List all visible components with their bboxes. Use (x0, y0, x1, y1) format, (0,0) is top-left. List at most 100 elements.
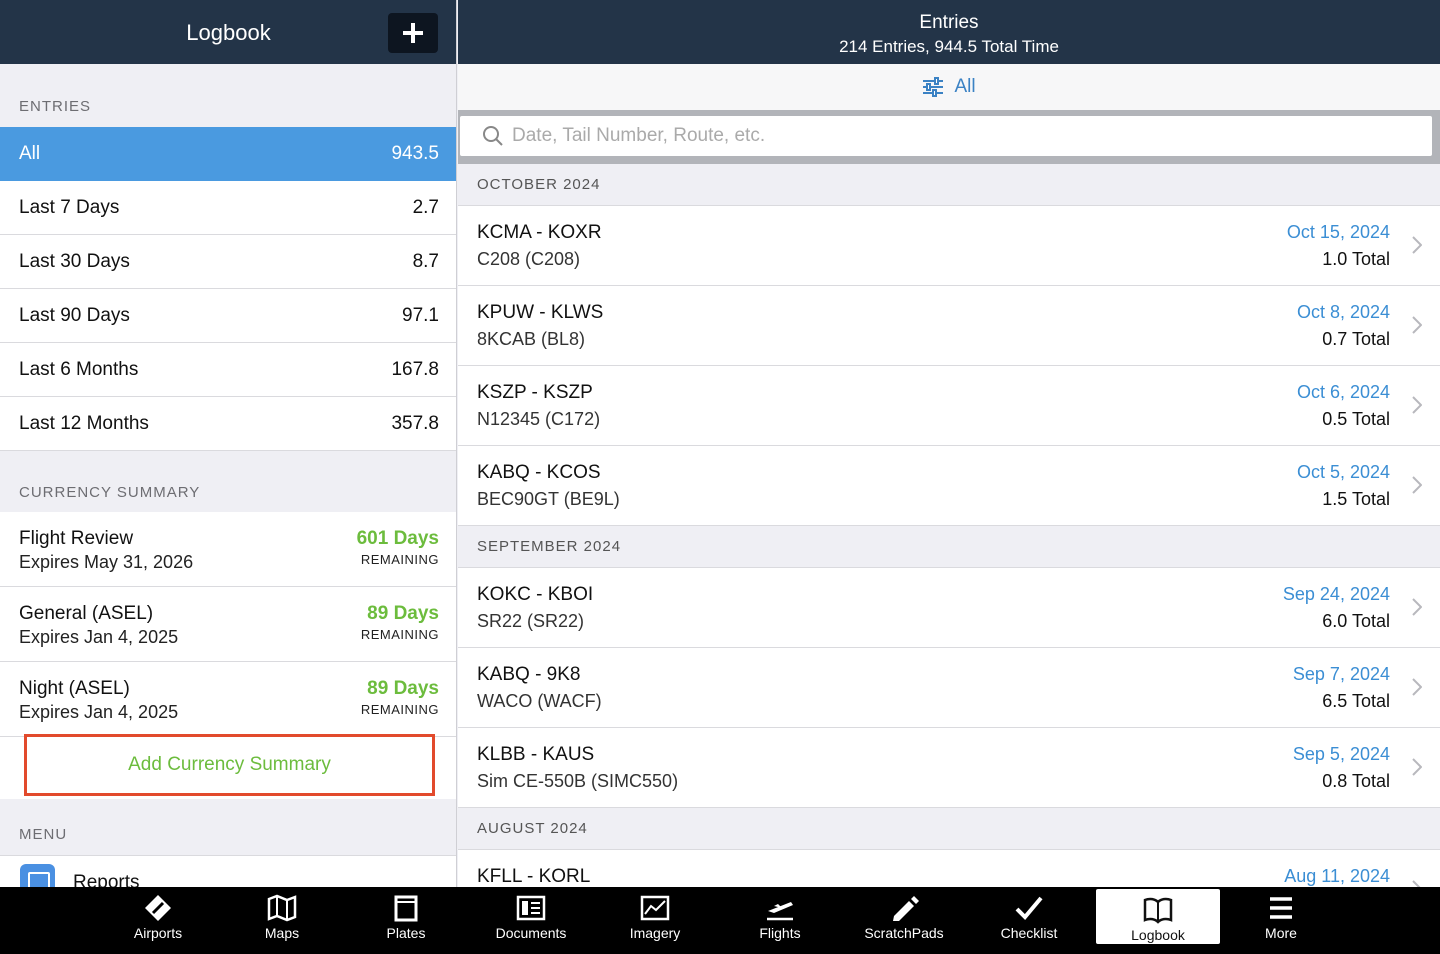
tab-documents[interactable]: Documents (469, 887, 593, 954)
chevron-right-icon (1412, 476, 1422, 494)
entry-total-label: Total (1351, 771, 1390, 791)
tab-maps[interactable]: Maps (220, 887, 344, 954)
entries-section-label: ENTRIES (19, 98, 92, 115)
entries-filter-last-90-days[interactable]: Last 90 Days 97.1 (0, 289, 456, 343)
entries-filter-last-30-days[interactable]: Last 30 Days 8.7 (0, 235, 456, 289)
tab-flights[interactable]: Flights (718, 887, 842, 954)
entries-filter-last-7-days[interactable]: Last 7 Days 2.7 (0, 181, 456, 235)
filter-label: Last 30 Days (19, 251, 130, 272)
currency-section-label: CURRENCY SUMMARY (19, 484, 201, 501)
tab-label: Maps (264, 925, 300, 941)
entry-aircraft: BEC90GT (BE9L) (477, 489, 620, 509)
entry-aircraft: N12345 (C172) (477, 409, 601, 429)
airports-icon (145, 895, 171, 921)
chevron-right-icon (1412, 598, 1422, 616)
entry-row[interactable]: KSZP - KSZP N12345 (C172) Oct 6, 2024 0.… (458, 366, 1440, 446)
entries-title: Entries (919, 12, 979, 33)
entry-date: Oct 5, 2024 (1296, 462, 1390, 482)
entry-row[interactable]: KPUW - KLWS 8KCAB (BL8) Oct 8, 2024 0.7 … (458, 286, 1440, 366)
entry-route: KPUW - KLWS (477, 302, 604, 323)
entry-route: KABQ - 9K8 (477, 664, 581, 685)
entry-total-label: Total (1351, 249, 1390, 269)
menu-icon (1270, 897, 1292, 919)
currency-name: General (ASEL) (19, 603, 154, 624)
logbook-sidebar: Logbook ENTRIES All 943.5 Last 7 Days 2.… (0, 0, 457, 887)
tab-plates[interactable]: Plates (344, 887, 468, 954)
menu-item-label: Reports (73, 872, 140, 887)
entry-row[interactable]: KOKC - KBOI SR22 (SR22) Sep 24, 2024 6.0… (458, 568, 1440, 648)
maps-icon (267, 894, 297, 922)
add-entry-button[interactable] (388, 13, 438, 53)
scratchpads-icon (893, 896, 919, 921)
entries-list: OCTOBER 2024 KCMA - KOXR C208 (C208) Oct… (458, 164, 1440, 887)
filter-value: 2.7 (412, 197, 439, 218)
filter-label: Last 90 Days (19, 305, 130, 326)
tab-checklist[interactable]: Checklist (967, 887, 1091, 954)
tab-label: Logbook (1131, 927, 1185, 943)
entry-total-label: Total (1351, 409, 1390, 429)
documents-icon (516, 895, 546, 921)
entry-date: Oct 6, 2024 (1296, 382, 1390, 402)
currency-days: 601 Days (356, 528, 439, 549)
currency-days: 89 Days (367, 603, 439, 624)
currency-remaining: REMAINING (360, 702, 439, 717)
entry-date: Oct 8, 2024 (1296, 302, 1390, 322)
currency-remaining: REMAINING (360, 627, 439, 642)
entry-total: 1.5 Total (1322, 489, 1390, 510)
entry-aircraft: Sim CE-550B (SIMC550) (477, 771, 679, 791)
entry-total: 0.8 Total (1322, 771, 1390, 792)
entry-total-value: 0.8 (1322, 771, 1348, 791)
entry-route: KLBB - KAUS (477, 744, 595, 765)
entry-total-value: 1.5 (1322, 489, 1348, 509)
chevron-right-icon (1412, 678, 1422, 696)
tab-label: Airports (133, 925, 183, 941)
search-input[interactable] (512, 116, 1412, 156)
entry-aircraft: SR22 (SR22) (477, 611, 585, 631)
currency-item-flight-review[interactable]: Flight Review Expires May 31, 2026 601 D… (0, 512, 456, 587)
tab-imagery[interactable]: Imagery (593, 887, 717, 954)
currency-item-general-asel[interactable]: General (ASEL) Expires Jan 4, 2025 89 Da… (0, 587, 456, 662)
entry-row[interactable]: KFLL - KORL Aug 11, 2024 (458, 850, 1440, 887)
filter-label: All (954, 76, 976, 97)
filter-label: All (19, 143, 41, 164)
entry-total: 6.0 Total (1322, 611, 1390, 632)
menu-item-reports[interactable]: Reports (0, 855, 456, 887)
entry-route: KSZP - KSZP (477, 382, 593, 403)
tab-airports[interactable]: Airports (96, 887, 220, 954)
entry-row[interactable]: KABQ - 9K8 WACO (WACF) Sep 7, 2024 6.5 T… (458, 648, 1440, 728)
search-icon (483, 126, 503, 146)
entry-total-value: 0.7 (1322, 329, 1348, 349)
tab-scratchpads[interactable]: ScratchPads (842, 887, 966, 954)
entry-total-value: 6.0 (1322, 611, 1348, 631)
filter-value: 8.7 (412, 251, 439, 272)
tab-more[interactable]: More (1219, 887, 1343, 954)
entry-total: 0.7 Total (1322, 329, 1390, 350)
entry-row[interactable]: KCMA - KOXR C208 (C208) Oct 15, 2024 1.0… (458, 206, 1440, 286)
filter-value: 167.8 (391, 359, 439, 380)
entry-total-label: Total (1351, 489, 1390, 509)
entry-route: KOKC - KBOI (477, 584, 594, 605)
entries-subtitle: 214 Entries, 944.5 Total Time (839, 37, 1059, 56)
add-currency-summary-button[interactable]: Add Currency Summary (24, 734, 435, 796)
chevron-right-icon (1412, 758, 1422, 776)
tab-label: Flights (759, 925, 801, 941)
tab-logbook[interactable]: Logbook (1096, 889, 1220, 944)
filter-button[interactable]: All (458, 64, 1440, 110)
entry-date: Sep 24, 2024 (1282, 584, 1390, 604)
tab-label: More (1265, 925, 1297, 941)
entries-filter-all[interactable]: All 943.5 (0, 127, 456, 181)
currency-name: Flight Review (19, 528, 134, 549)
entry-row[interactable]: KLBB - KAUS Sim CE-550B (SIMC550) Sep 5,… (458, 728, 1440, 808)
currency-item-night-asel[interactable]: Night (ASEL) Expires Jan 4, 2025 89 Days… (0, 662, 456, 737)
currency-expires: Expires Jan 4, 2025 (19, 702, 179, 722)
entry-date: Sep 5, 2024 (1292, 744, 1390, 764)
entries-filter-last-6-months[interactable]: Last 6 Months 167.8 (0, 343, 456, 397)
entry-total: 0.5 Total (1322, 409, 1390, 430)
entry-total: 6.5 Total (1322, 691, 1390, 712)
entries-filter-last-12-months[interactable]: Last 12 Months 357.8 (0, 397, 456, 451)
entry-total-value: 1.0 (1322, 249, 1348, 269)
chevron-right-icon (1412, 316, 1422, 334)
reports-icon (20, 864, 55, 887)
entry-row[interactable]: KABQ - KCOS BEC90GT (BE9L) Oct 5, 2024 1… (458, 446, 1440, 526)
logbook-icon (1143, 897, 1173, 924)
